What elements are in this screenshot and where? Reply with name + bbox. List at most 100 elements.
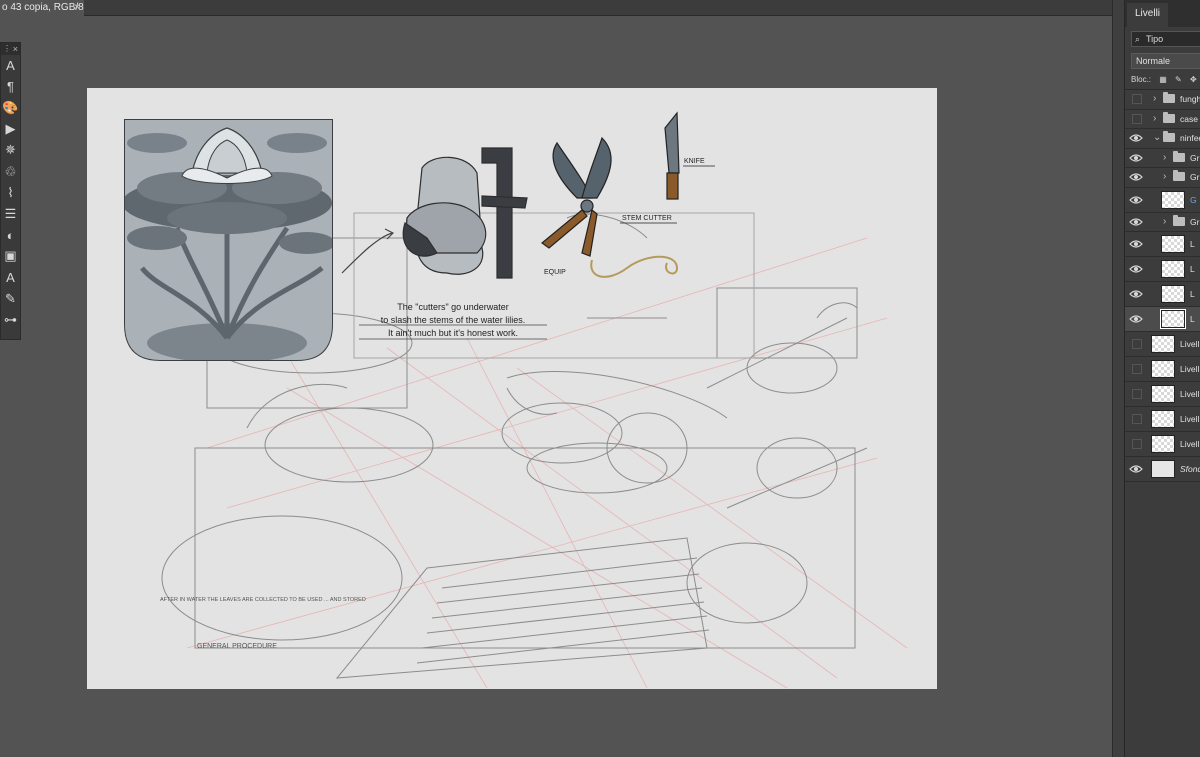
- artboard[interactable]: The "cutters" go underwater to slash the…: [87, 88, 937, 689]
- layer-name: L: [1190, 264, 1195, 274]
- layer-name: Gr: [1190, 216, 1200, 227]
- layer-name: Livell: [1180, 439, 1200, 449]
- visibility-toggle[interactable]: [1132, 439, 1142, 449]
- grip-icon[interactable]: ⋮: [3, 45, 11, 53]
- tab-layers[interactable]: Livelli: [1127, 3, 1169, 27]
- eye-icon[interactable]: [1129, 195, 1143, 205]
- visibility-toggle[interactable]: [1132, 414, 1142, 424]
- layer-name: funghi: [1180, 94, 1200, 105]
- eye-icon[interactable]: [1129, 464, 1143, 474]
- eye-icon[interactable]: [1129, 153, 1143, 163]
- layer-filter-input[interactable]: ⌕ Tipo: [1131, 31, 1200, 47]
- folder-icon: [1163, 92, 1175, 104]
- layer-row[interactable]: L: [1125, 257, 1200, 282]
- layer-row[interactable]: L: [1125, 232, 1200, 257]
- layer-group-row[interactable]: › Gr: [1125, 148, 1200, 168]
- tools-panel: ⋮ × A ¶ 🎨 ▶ ✵ ♲ ⌇ ☰ ◐ ▣ A ✎ ⊶: [0, 42, 21, 340]
- history-brush-icon[interactable]: ♲: [1, 161, 20, 182]
- eye-icon[interactable]: [1129, 264, 1143, 274]
- adjustments-icon[interactable]: ☰: [1, 203, 20, 224]
- paragraph-icon[interactable]: ¶: [1, 76, 20, 97]
- layer-row[interactable]: Livell: [1125, 332, 1200, 357]
- layer-name: Livell: [1180, 414, 1200, 424]
- chevron-right-icon[interactable]: ›: [1163, 152, 1166, 164]
- lock-position-icon[interactable]: ✥: [1190, 73, 1197, 87]
- eye-icon[interactable]: [1129, 289, 1143, 299]
- visibility-toggle[interactable]: [1132, 389, 1142, 399]
- label-equip: EQUIP: [544, 269, 566, 276]
- layer-thumbnail: [1160, 309, 1186, 329]
- label-stem-cutter: STEM CUTTER: [622, 215, 672, 222]
- slider-settings-icon[interactable]: ⊶: [1, 309, 20, 330]
- character-icon[interactable]: A: [1, 267, 20, 288]
- layer-row[interactable]: Livell: [1125, 432, 1200, 457]
- layer-list: › funghi › case ⌄ ninfee › Gr › Gr G › Gr L L L L Livell L…: [1125, 89, 1200, 482]
- canvas-workspace: The "cutters" go underwater to slash the…: [0, 17, 1124, 757]
- brush-icon[interactable]: ✎: [1, 288, 20, 309]
- panel-dock-gutter: [1112, 0, 1124, 757]
- layer-group-row[interactable]: › Gr: [1125, 168, 1200, 188]
- layer-row[interactable]: Livell: [1125, 357, 1200, 382]
- folder-icon: [1163, 131, 1175, 143]
- layer-thumbnail: [1151, 335, 1175, 353]
- document-tab-bar: o 43 copia, RGB/8) * ×: [0, 0, 1124, 16]
- chevron-right-icon[interactable]: ›: [1163, 216, 1166, 228]
- caption-line-1: The "cutters" go underwater: [397, 302, 508, 312]
- layer-group-row[interactable]: ⌄ ninfee: [1125, 129, 1200, 149]
- document-tab[interactable]: o 43 copia, RGB/8) * ×: [0, 0, 84, 16]
- layer-group-row[interactable]: › Gr: [1125, 212, 1200, 232]
- magnifier-icon: ⌕: [1135, 34, 1141, 44]
- swatches-icon[interactable]: ▣: [1, 246, 20, 267]
- layer-name: Sfond: [1180, 464, 1200, 474]
- visibility-toggle[interactable]: [1132, 364, 1142, 374]
- folder-icon: [1173, 150, 1185, 162]
- chevron-down-icon[interactable]: ⌄: [1153, 132, 1161, 144]
- layer-name: Gr: [1190, 172, 1200, 183]
- layer-group-row[interactable]: › funghi: [1125, 90, 1200, 110]
- folder-icon: [1163, 111, 1175, 123]
- close-icon[interactable]: ×: [13, 43, 18, 55]
- layers-panel-tab-row: Livelli: [1125, 0, 1200, 27]
- layer-row[interactable]: L: [1125, 282, 1200, 307]
- type-icon[interactable]: A: [1, 55, 20, 76]
- layer-filter-value: Tipo: [1146, 34, 1164, 44]
- lock-image-pixels-icon[interactable]: ✎: [1175, 73, 1182, 87]
- blend-mode-select[interactable]: Normale: [1131, 53, 1200, 69]
- chevron-right-icon[interactable]: ›: [1153, 113, 1156, 125]
- layer-row[interactable]: L: [1125, 307, 1200, 332]
- path-icon[interactable]: ⌇: [1, 182, 20, 203]
- eye-icon[interactable]: [1129, 314, 1143, 324]
- eye-icon[interactable]: [1129, 239, 1143, 249]
- layer-name: G: [1190, 194, 1197, 205]
- eye-icon[interactable]: [1129, 172, 1143, 182]
- layer-thumbnail: [1151, 360, 1175, 378]
- color-palette-icon[interactable]: 🎨: [1, 97, 20, 118]
- play-icon[interactable]: ▶: [1, 119, 20, 140]
- layer-row[interactable]: G: [1125, 187, 1200, 213]
- contrast-icon[interactable]: ◐: [1, 225, 20, 246]
- label-general-procedure: GENERAL PROCEDURE: [197, 643, 277, 650]
- layer-name: Livell: [1180, 364, 1200, 374]
- visibility-toggle[interactable]: [1132, 94, 1142, 105]
- layer-thumbnail: [1151, 435, 1175, 453]
- layer-row[interactable]: Sfond: [1125, 457, 1200, 482]
- label-notes-left: AFTER IN WATER THE LEAVES ARE COLLECTED …: [160, 597, 366, 603]
- visibility-toggle[interactable]: [1132, 339, 1142, 349]
- close-icon[interactable]: ×: [74, 0, 80, 16]
- layer-row[interactable]: Livell: [1125, 382, 1200, 407]
- concept-sketch: The "cutters" go underwater to slash the…: [124, 111, 908, 689]
- layer-group-row[interactable]: › case: [1125, 109, 1200, 129]
- layer-row[interactable]: Livell: [1125, 407, 1200, 432]
- visibility-toggle[interactable]: [1132, 113, 1142, 124]
- lock-row: Bloc.: ▦ ✎ ✥: [1131, 73, 1200, 87]
- folder-icon: [1173, 214, 1185, 226]
- eye-icon[interactable]: [1129, 133, 1143, 143]
- chevron-right-icon[interactable]: ›: [1153, 93, 1156, 105]
- puppet-warp-icon[interactable]: ✵: [1, 140, 20, 161]
- label-knife: KNIFE: [684, 158, 705, 165]
- eye-icon[interactable]: [1129, 217, 1143, 227]
- tools-panel-header[interactable]: ⋮ ×: [1, 43, 20, 55]
- layer-name: Gr: [1190, 152, 1200, 163]
- lock-transparent-pixels-icon[interactable]: ▦: [1159, 73, 1167, 87]
- chevron-right-icon[interactable]: ›: [1163, 171, 1166, 183]
